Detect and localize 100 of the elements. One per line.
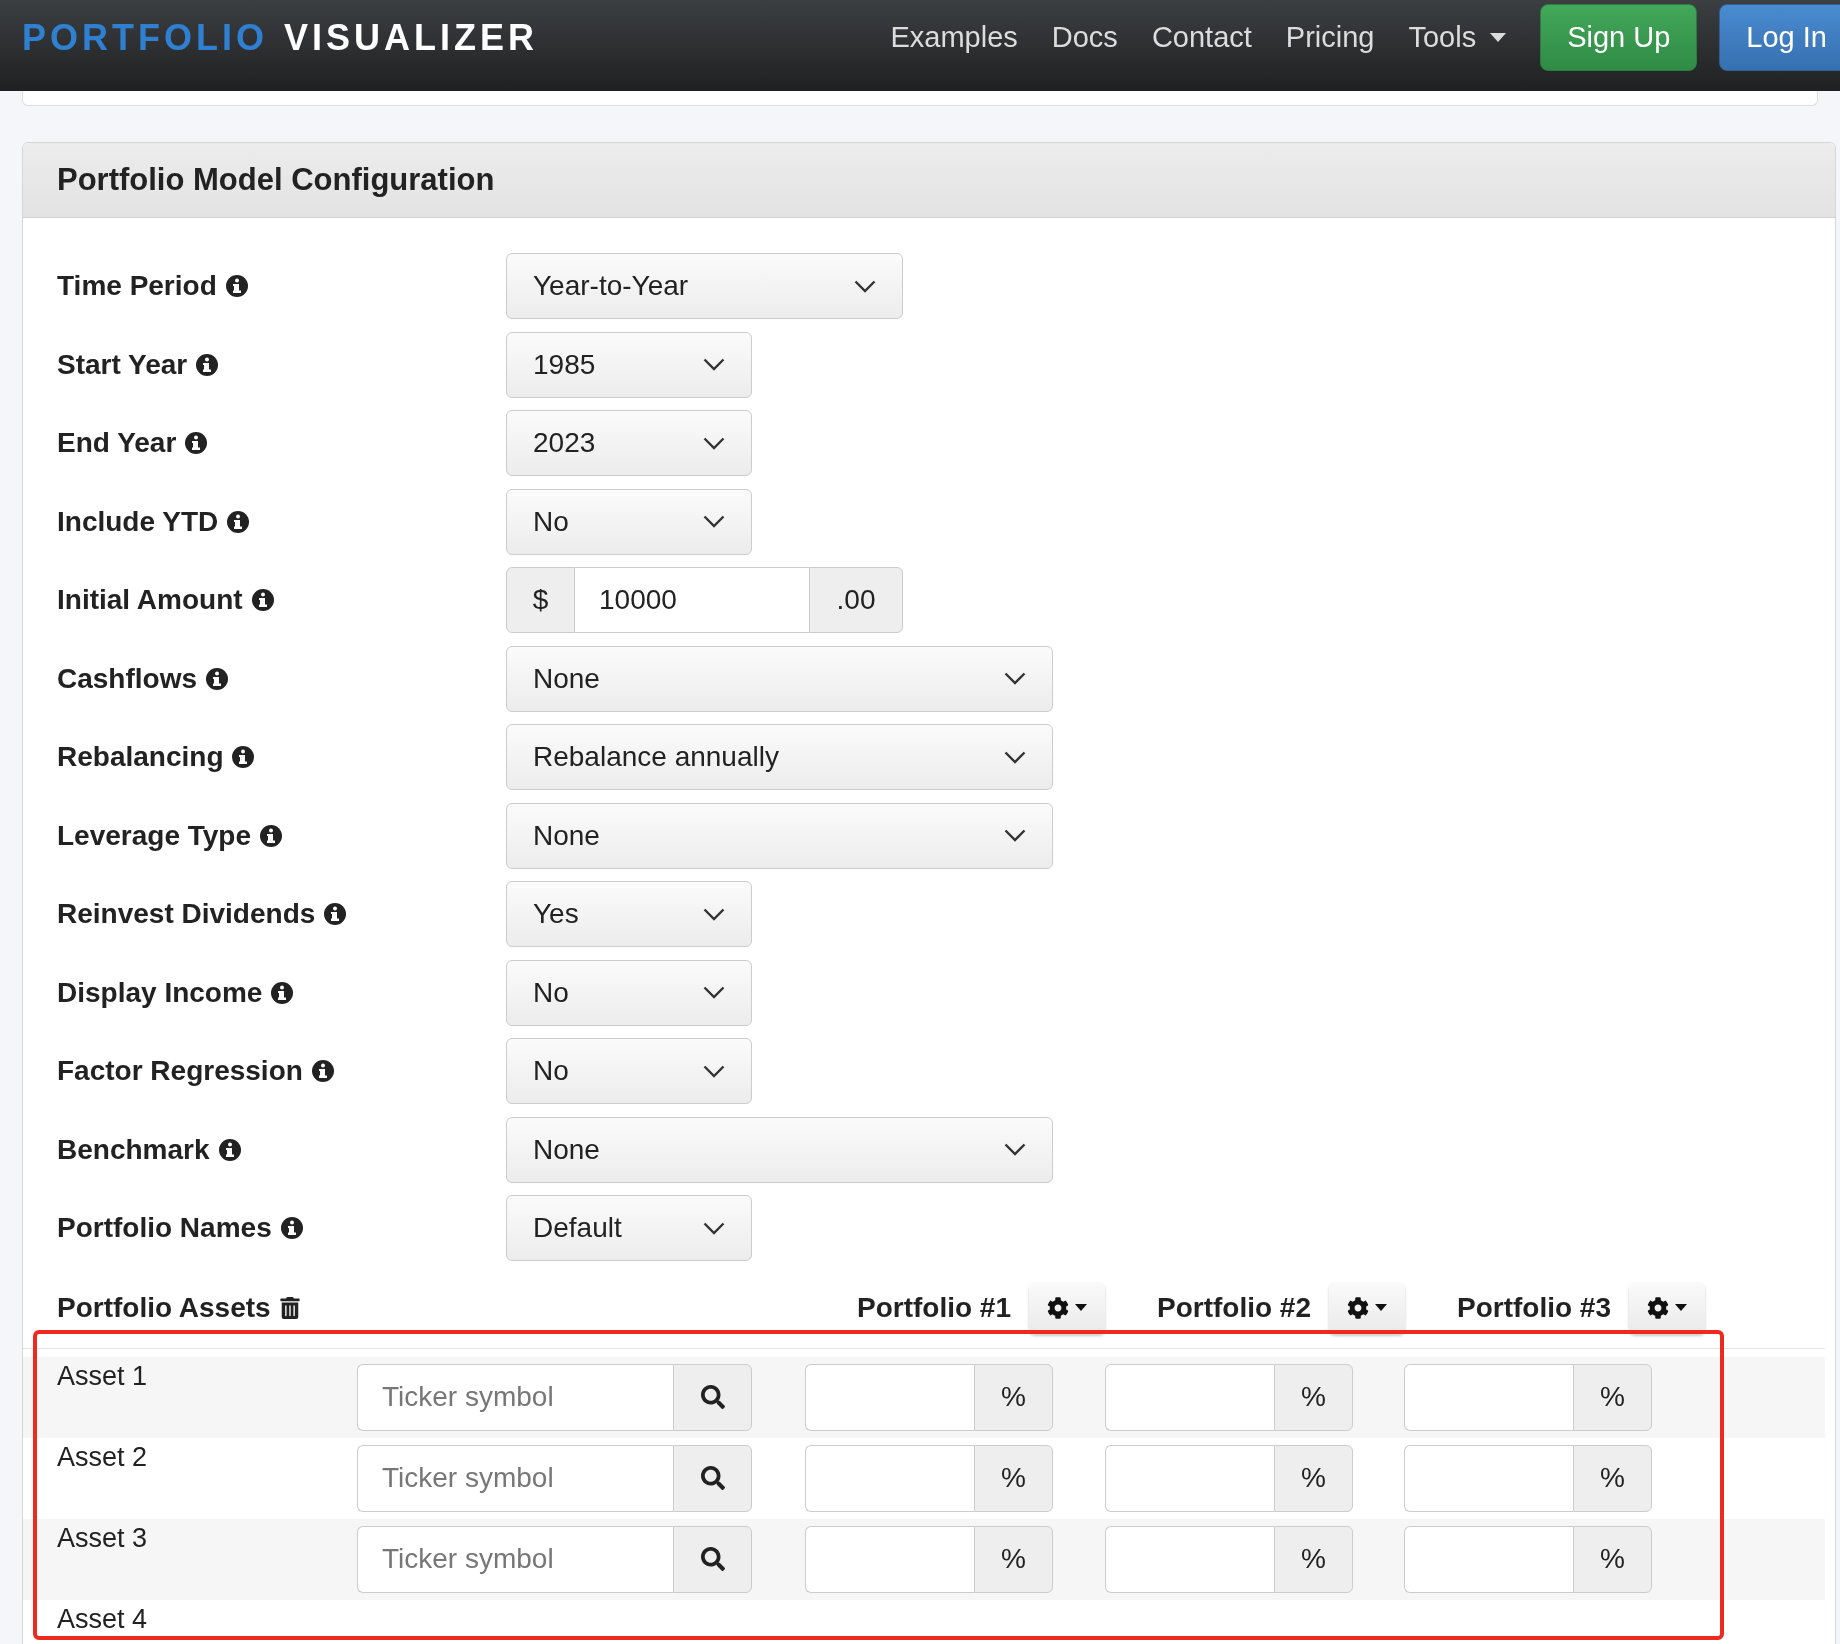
nav-link[interactable]: Examples [890,21,1018,54]
nav-link[interactable]: Docs [1051,21,1118,54]
field-label: Display Income [57,976,263,1009]
select-field[interactable]: 2023 [506,410,752,477]
info-icon[interactable] [259,823,284,848]
percent-addon: % [974,1363,1053,1431]
trash-icon[interactable] [278,1296,301,1319]
chevron-down-icon [703,515,725,529]
search-icon [700,1385,725,1409]
info-icon[interactable] [184,431,209,456]
chevron-down-icon [1004,1143,1026,1157]
percent-addon: % [1573,1363,1652,1431]
field-label: Portfolio Names [57,1212,272,1245]
select-field[interactable]: No [506,1038,752,1105]
field-label: Time Period [57,270,217,303]
select-field[interactable]: 1985 [506,331,752,398]
gear-icon [1647,1296,1669,1319]
field-label: Cashflows [57,662,198,695]
currency-addon: $ [506,567,575,634]
field-label: Start Year [57,348,188,381]
asset-label: Asset 3 [57,1522,149,1554]
field-label: Rebalancing [57,741,224,774]
caret-icon [1490,32,1507,43]
allocation-field[interactable] [1105,1363,1275,1431]
portfolio-title: Portfolio #3 [1457,1291,1611,1324]
select-field[interactable]: None [506,645,1053,712]
percent-addon: % [974,1525,1053,1593]
percent-addon: % [1573,1444,1652,1512]
nav-dropdown[interactable]: Tools [1408,21,1507,54]
info-icon[interactable] [250,588,275,613]
portfolio-title: Portfolio #1 [857,1291,1011,1324]
chevron-down-icon [1004,750,1026,764]
chevron-down-icon [854,279,876,293]
search-icon [700,1466,725,1490]
chevron-down-icon [703,986,725,1000]
logo[interactable]: PORTFOLIO VISUALIZER [22,16,538,59]
info-icon[interactable] [310,1059,335,1084]
allocation-field[interactable] [1105,1525,1275,1593]
search-button[interactable] [673,1525,752,1593]
field-label: Benchmark [57,1133,210,1166]
chevron-down-icon [1004,672,1026,686]
panel-title: Portfolio Model Configuration [57,162,495,198]
allocation-field[interactable] [1404,1525,1574,1593]
field-label: Leverage Type [57,819,252,852]
caret-icon [1375,1304,1387,1311]
nav-link[interactable]: Pricing [1285,21,1375,54]
allocation-field[interactable] [805,1525,975,1593]
allocation-field[interactable] [1404,1444,1574,1512]
info-icon[interactable] [217,1137,242,1162]
select-field[interactable]: No [506,488,752,555]
percent-addon: % [1274,1363,1353,1431]
nav-link[interactable]: Contact [1151,21,1252,54]
chevron-down-icon [703,1064,725,1078]
gear-icon [1047,1296,1069,1319]
info-icon[interactable] [270,980,295,1005]
select-field[interactable]: Year-to-Year [506,253,903,320]
asset-label: Asset 4 [57,1603,149,1635]
info-icon[interactable] [231,745,256,770]
info-icon[interactable] [195,352,220,377]
info-icon[interactable] [323,902,348,927]
chevron-down-icon [1004,829,1026,843]
allocation-field[interactable] [805,1363,975,1431]
percent-addon: % [1573,1525,1652,1593]
allocation-field[interactable] [1404,1363,1574,1431]
select-field[interactable]: No [506,959,752,1026]
log-in-button[interactable]: Log In [1719,4,1840,71]
caret-icon [1675,1304,1687,1311]
select-field[interactable]: None [506,802,1053,869]
select-field[interactable]: None [506,1116,1053,1183]
info-icon[interactable] [205,666,230,691]
portfolio-title: Portfolio #2 [1157,1291,1311,1324]
chevron-down-icon [703,1221,725,1235]
chevron-down-icon [703,358,725,372]
percent-addon: % [1274,1525,1353,1593]
search-button[interactable] [673,1444,752,1512]
allocation-field[interactable] [805,1444,975,1512]
select-field[interactable]: Yes [506,881,752,948]
chevron-down-icon [703,436,725,450]
search-button[interactable] [673,1363,752,1431]
chevron-down-icon [703,907,725,921]
sign-up-button[interactable]: Sign Up [1540,4,1698,71]
info-icon[interactable] [224,274,249,299]
ticker-field[interactable]: Ticker symbol [357,1444,673,1512]
ticker-field[interactable]: Ticker symbol [357,1363,673,1431]
field-label: Reinvest Dividends [57,898,316,931]
field-label: Factor Regression [57,1055,303,1088]
amount-field[interactable]: 10000 [575,567,809,634]
field-label: End Year [57,427,177,460]
ticker-field[interactable]: Ticker symbol [357,1525,673,1593]
select-field[interactable]: Default [506,1195,752,1262]
section-label: Portfolio Assets [57,1291,271,1324]
percent-addon: % [1274,1444,1353,1512]
asset-label: Asset 2 [57,1441,149,1473]
info-icon[interactable] [226,509,251,534]
allocation-field[interactable] [1105,1444,1275,1512]
asset-label: Asset 1 [57,1360,149,1392]
info-icon[interactable] [279,1216,304,1241]
gear-icon [1347,1296,1369,1319]
select-field[interactable]: Rebalance annually [506,724,1053,791]
field-label: Include YTD [57,505,219,538]
